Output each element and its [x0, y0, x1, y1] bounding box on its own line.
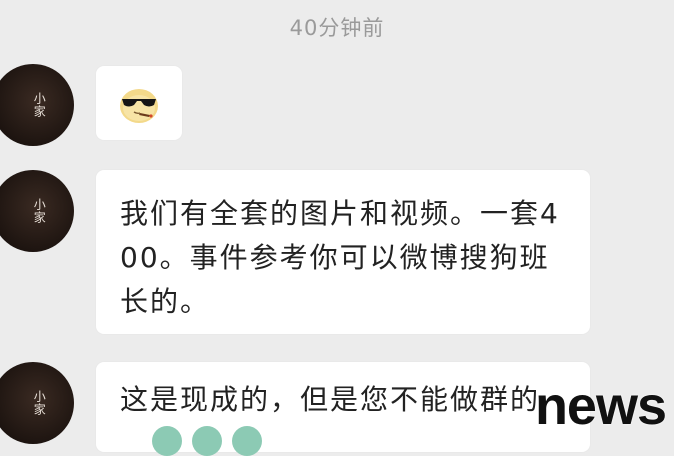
- sender-avatar[interactable]: 小家: [0, 64, 74, 146]
- message-text: 我们有全套的图片和视频。一套400。事件参考你可以微博搜狗班长的。: [120, 197, 560, 318]
- sender-avatar[interactable]: 小家: [0, 362, 74, 444]
- emoji-icon: [192, 426, 222, 456]
- news-watermark: news: [534, 376, 667, 436]
- sticker-message-bubble[interactable]: [96, 66, 182, 140]
- message-timestamp: 40分钟前: [289, 16, 385, 40]
- avatar-label: 小家: [32, 92, 47, 118]
- emoji-icon: [232, 426, 262, 456]
- avatar-label: 小家: [32, 198, 47, 224]
- sunglasses-emoji-icon: [120, 89, 158, 123]
- message-text: 这是现成的，但是您不能做群的: [120, 383, 541, 416]
- text-message-bubble[interactable]: 我们有全套的图片和视频。一套400。事件参考你可以微博搜狗班长的。: [96, 170, 590, 334]
- text-message-bubble[interactable]: 这是现成的，但是您不能做群的: [96, 362, 590, 456]
- avatar-label: 小家: [32, 390, 47, 416]
- emoji-icon: [152, 426, 182, 456]
- sender-avatar[interactable]: 小家: [0, 170, 74, 252]
